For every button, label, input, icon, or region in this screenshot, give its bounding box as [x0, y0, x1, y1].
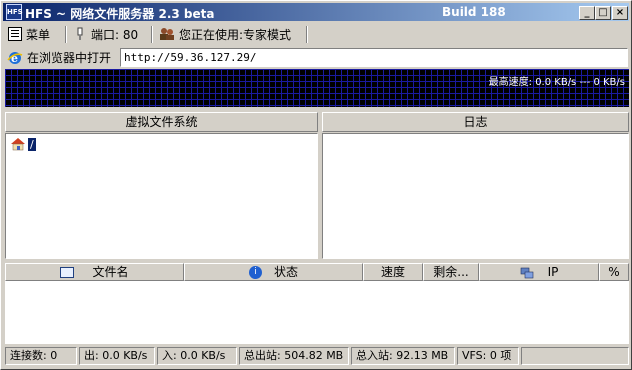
column-percent[interactable]: %: [599, 263, 629, 281]
column-remaining[interactable]: 剩余...: [423, 263, 479, 281]
browser-icon: e: [7, 50, 23, 65]
maximize-button[interactable]: □: [595, 6, 611, 20]
status-total-in: 总入站: 92.13 MB: [351, 347, 455, 365]
file-icon: [60, 267, 75, 278]
status-connections: 连接数: 0: [5, 347, 77, 365]
toolbar-divider: [151, 26, 153, 43]
port-plug-icon: [73, 27, 87, 41]
minimize-button[interactable]: _: [579, 6, 595, 20]
transfer-list[interactable]: [5, 281, 629, 344]
menu-icon: [8, 27, 22, 41]
mode-label: 您正在使用:专家模式: [179, 27, 292, 42]
vfs-root-label: /: [28, 137, 36, 151]
menu-label: 菜单: [26, 27, 51, 42]
network-icon: [520, 267, 534, 279]
vfs-header: 虚拟文件系统: [5, 112, 318, 132]
column-ip-label: IP: [547, 265, 559, 279]
column-status-label: 状态: [273, 265, 298, 279]
status-in-speed: 入: 0.0 KB/s: [157, 347, 237, 365]
mode-button[interactable]: 您正在使用:专家模式: [159, 25, 291, 43]
toolbar-divider: [65, 26, 67, 43]
status-empty: [521, 347, 629, 365]
vfs-root-item[interactable]: /: [10, 137, 36, 151]
close-button[interactable]: ×: [612, 6, 628, 20]
build-label: Build 188: [442, 5, 506, 19]
app-window: HFS HFS ~ 网络文件服务器 2.3 beta Build 188 _ □…: [0, 0, 632, 370]
port-label: 端口: 80: [91, 27, 139, 42]
info-icon: i: [248, 266, 262, 279]
toolbar: 菜单 端口: 80 您正在使用:专家模式: [3, 23, 629, 45]
status-vfs: VFS: 0 项: [457, 347, 519, 365]
column-speed[interactable]: 速度: [363, 263, 423, 281]
open-in-browser-button[interactable]: e 在浏览器中打开: [7, 48, 111, 66]
window-title: HFS ~ 网络文件服务器 2.3 beta: [25, 7, 215, 21]
column-ip[interactable]: IP: [479, 263, 599, 281]
hfs-logo-icon: HFS: [6, 4, 23, 20]
status-out-speed: 出: 0.0 KB/s: [79, 347, 155, 365]
bandwidth-graph: 最高速度: 0.0 KB/s --- 0 KB/s: [5, 69, 629, 107]
vfs-tree[interactable]: /: [5, 133, 318, 259]
title-bar[interactable]: HFS HFS ~ 网络文件服务器 2.3 beta Build 188 _ □…: [3, 3, 629, 21]
status-total-out: 总出站: 504.82 MB: [239, 347, 349, 365]
menu-button[interactable]: 菜单: [8, 25, 50, 43]
url-field[interactable]: http://59.36.127.29/: [120, 48, 628, 67]
column-filename[interactable]: 文件名: [5, 263, 184, 281]
port-button[interactable]: 端口: 80: [73, 25, 138, 43]
url-bar: e 在浏览器中打开 http://59.36.127.29/: [3, 46, 629, 68]
log-header: 日志: [322, 112, 629, 132]
open-in-browser-label: 在浏览器中打开: [27, 50, 112, 65]
max-speed-label: 最高速度: 0.0 KB/s --- 0 KB/s: [488, 77, 625, 88]
toolbar-divider: [306, 26, 308, 43]
home-icon: [10, 137, 26, 151]
log-area[interactable]: [322, 133, 629, 259]
users-icon: [159, 27, 175, 41]
column-filename-label: 文件名: [92, 265, 129, 279]
column-status[interactable]: i 状态: [184, 263, 363, 281]
